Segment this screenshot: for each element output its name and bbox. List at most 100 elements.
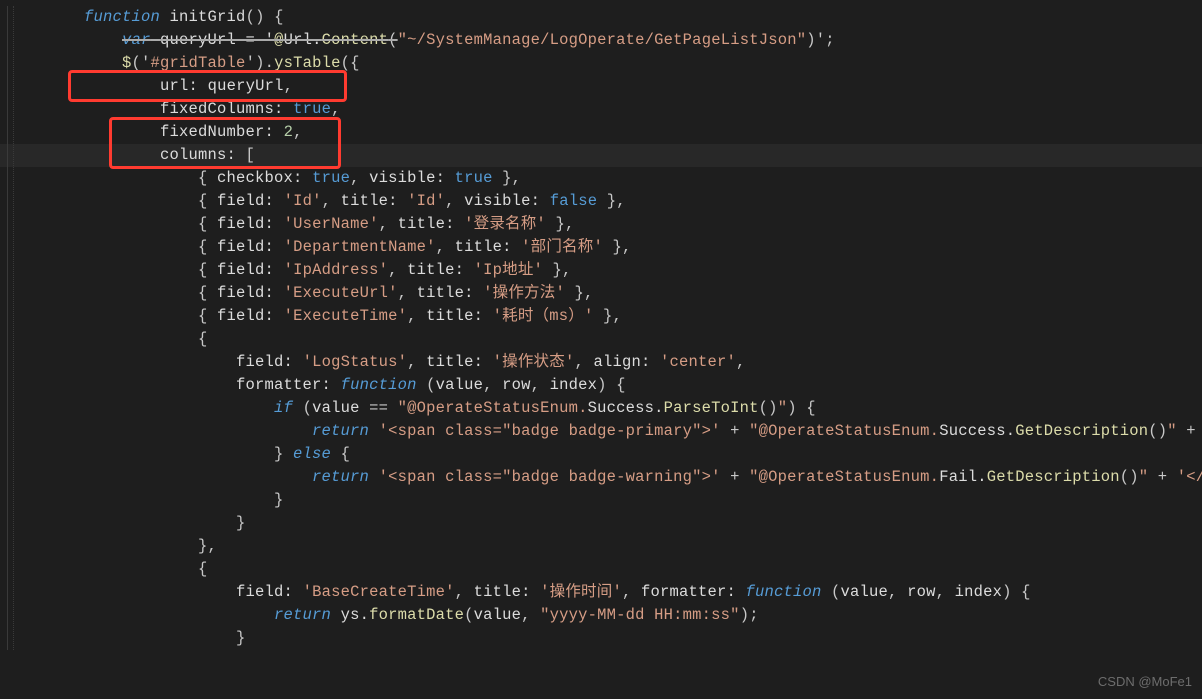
code-token: true: [455, 169, 493, 187]
code-block[interactable]: function initGrid() { var queryUrl = '@U…: [0, 6, 1202, 650]
code-token: (: [417, 376, 436, 394]
code-line[interactable]: { field: 'ExecuteUrl', title: '操作方法' },: [0, 282, 1202, 305]
code-line[interactable]: }: [0, 627, 1202, 650]
code-token: index: [955, 583, 1003, 601]
code-token: () {: [246, 8, 284, 26]
code-token: "@OperateStatusEnum.: [398, 399, 588, 417]
watermark-label: CSDN @MoFe1: [1098, 670, 1192, 693]
annotation-box-1: [68, 70, 347, 102]
code-line[interactable]: field: 'LogStatus', title: '操作状态', align…: [0, 351, 1202, 374]
code-token: [46, 583, 236, 601]
code-token: function: [341, 376, 417, 394]
code-line[interactable]: { field: 'UserName', title: '登录名称' },: [0, 213, 1202, 236]
annotation-box-2: [109, 117, 341, 169]
code-token: field:: [217, 284, 274, 302]
code-line[interactable]: { field: 'Id', title: 'Id', visible: fal…: [0, 190, 1202, 213]
code-token: function: [84, 8, 160, 26]
code-token: ": [778, 399, 788, 417]
code-line[interactable]: { field: 'IpAddress', title: 'Ip地址' },: [0, 259, 1202, 282]
code-line[interactable]: },: [0, 535, 1202, 558]
code-line[interactable]: }: [0, 512, 1202, 535]
code-token: fixedColumns:: [160, 100, 284, 118]
code-token: + ': [1177, 422, 1202, 440]
code-line[interactable]: var queryUrl = '@Url.Content("~/SystemMa…: [0, 29, 1202, 52]
code-line[interactable]: { field: 'DepartmentName', title: '部门名称'…: [0, 236, 1202, 259]
code-token: [274, 238, 284, 256]
code-token: 'DepartmentName': [284, 238, 436, 256]
code-token: title:: [417, 284, 474, 302]
code-token: {: [46, 261, 217, 279]
code-token: ,: [350, 169, 369, 187]
code-token: value: [841, 583, 889, 601]
code-token: [46, 606, 274, 624]
code-token: true: [293, 100, 331, 118]
code-line[interactable]: { checkbox: true, visible: true },: [0, 167, 1202, 190]
code-line[interactable]: }: [0, 489, 1202, 512]
code-token: }: [46, 629, 246, 647]
code-token: '<span class="badge badge-warning">': [379, 468, 721, 486]
code-token: +: [721, 468, 750, 486]
code-line[interactable]: { field: 'ExecuteTime', title: '耗时（ms）' …: [0, 305, 1202, 328]
code-line[interactable]: field: 'BaseCreateTime', title: '操作时间', …: [0, 581, 1202, 604]
code-token: title:: [426, 353, 483, 371]
code-token: value: [474, 606, 522, 624]
code-token: ==: [360, 399, 398, 417]
code-token: [445, 169, 455, 187]
code-token: field:: [217, 307, 274, 325]
code-token: GetDescription: [1015, 422, 1148, 440]
code-token: formatter:: [236, 376, 331, 394]
code-token: title:: [398, 215, 455, 233]
code-line[interactable]: if (value == "@OperateStatusEnum.Success…: [0, 397, 1202, 420]
code-token: },: [603, 238, 632, 256]
code-token: [650, 353, 660, 371]
code-token: [512, 238, 522, 256]
code-token: [284, 100, 294, 118]
code-line[interactable]: function initGrid() {: [0, 6, 1202, 29]
code-token: GetDescription: [987, 468, 1120, 486]
code-line[interactable]: return '<span class="badge badge-primary…: [0, 420, 1202, 443]
code-token: {: [46, 192, 217, 210]
code-line[interactable]: {: [0, 558, 1202, 581]
code-token: title:: [407, 261, 464, 279]
code-token: ,: [936, 583, 955, 601]
code-token: [331, 606, 341, 624]
code-token: [274, 192, 284, 210]
code-token: "@OperateStatusEnum.: [749, 422, 939, 440]
code-token: ys.: [341, 606, 370, 624]
code-token: ,: [888, 583, 907, 601]
code-line[interactable]: {: [0, 328, 1202, 351]
code-token: {: [46, 560, 208, 578]
code-token: ,: [436, 238, 455, 256]
code-token: [274, 307, 284, 325]
code-token: field:: [217, 261, 274, 279]
code-token: ,: [455, 583, 474, 601]
code-token: title:: [426, 307, 483, 325]
code-token: false: [550, 192, 598, 210]
code-token: 'LogStatus': [303, 353, 408, 371]
code-token: [151, 31, 161, 49]
code-token: },: [593, 307, 622, 325]
code-token: row: [907, 583, 936, 601]
code-token: ": [1167, 422, 1177, 440]
code-token: else: [293, 445, 331, 463]
code-token: {: [46, 330, 208, 348]
code-token: [46, 422, 312, 440]
code-line[interactable]: formatter: function (value, row, index) …: [0, 374, 1202, 397]
code-token: Fail.: [939, 468, 987, 486]
code-token: ,: [531, 376, 550, 394]
code-editor[interactable]: function initGrid() { var queryUrl = '@U…: [0, 0, 1202, 650]
code-token: '部门名称': [521, 238, 603, 256]
code-line[interactable]: } else {: [0, 443, 1202, 466]
code-token: index: [550, 376, 598, 394]
code-line[interactable]: return ys.formatDate(value, "yyyy-MM-dd …: [0, 604, 1202, 627]
code-token: ,: [483, 376, 502, 394]
code-token: 'Ip地址': [474, 261, 543, 279]
code-line[interactable]: return '<span class="badge badge-warning…: [0, 466, 1202, 489]
code-token: [736, 583, 746, 601]
code-token: '操作时间': [540, 583, 622, 601]
code-token: [46, 399, 274, 417]
code-token: [483, 307, 493, 325]
code-token: 'UserName': [284, 215, 379, 233]
code-token: }: [46, 514, 246, 532]
code-token: 'BaseCreateTime': [303, 583, 455, 601]
